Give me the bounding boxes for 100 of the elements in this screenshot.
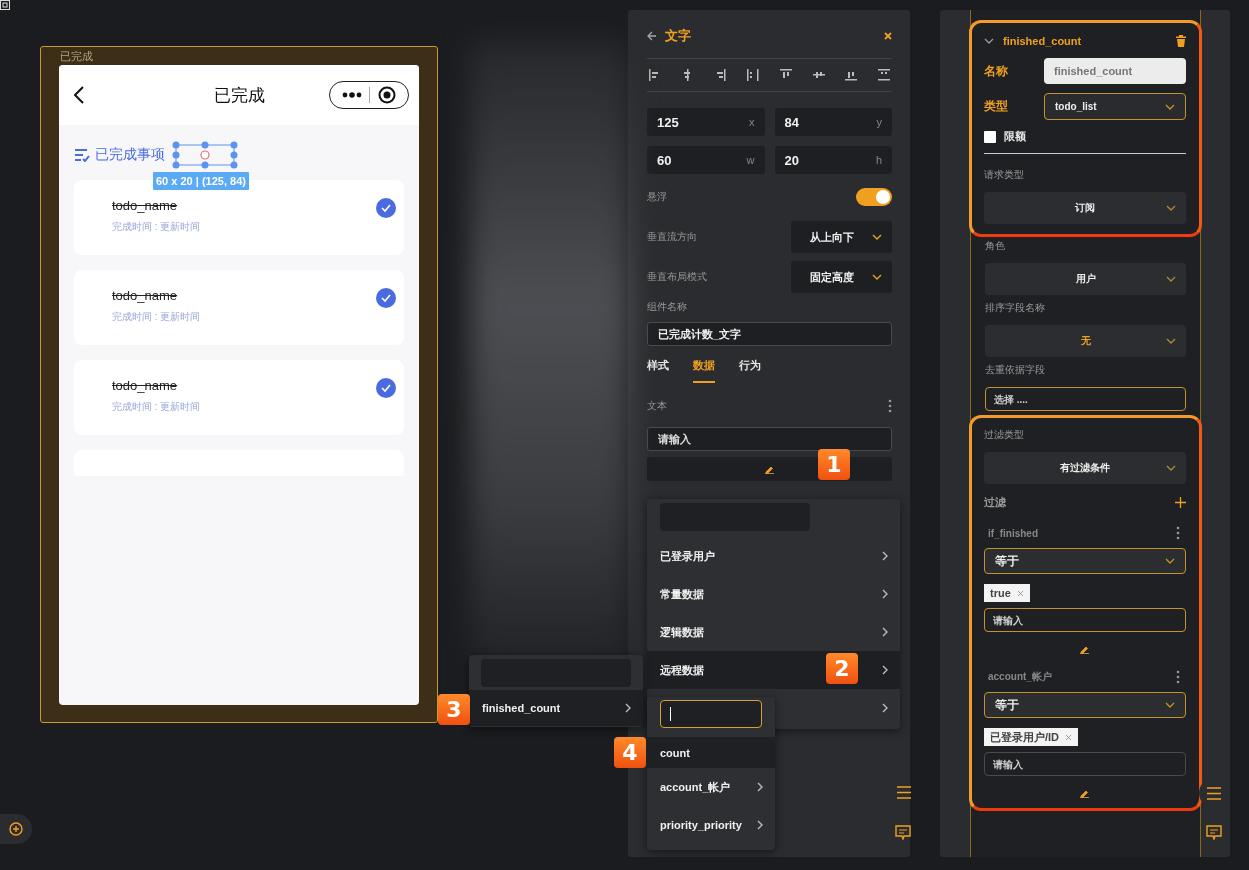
select-field[interactable]: 无 <box>985 325 1186 357</box>
comment-icon[interactable] <box>895 825 911 840</box>
todo-name: todo_name <box>112 198 178 213</box>
number-field[interactable]: 125 x <box>647 108 765 136</box>
align-left-icon[interactable] <box>649 69 661 81</box>
field-value: 60 <box>657 152 672 168</box>
menu-item[interactable]: count <box>647 737 775 768</box>
field-label: 垂直流方向 <box>647 230 697 244</box>
field-label: 组件名称 <box>647 300 688 314</box>
chevron-right-icon <box>882 551 888 561</box>
more-icon[interactable] <box>341 92 362 98</box>
more-vertical-icon[interactable] <box>1176 670 1180 684</box>
type-select[interactable]: todo_list <box>1044 93 1186 120</box>
text-field[interactable]: 已完成计数_文字 <box>647 322 892 346</box>
number-field[interactable]: 20 h <box>774 146 892 174</box>
trash-icon[interactable] <box>1176 35 1186 47</box>
value-input[interactable]: 请输入 <box>984 608 1186 632</box>
step-badge: 2 <box>826 653 858 684</box>
pencil-icon[interactable] <box>1080 644 1090 654</box>
field-label: 请求类型 <box>984 168 1025 182</box>
select-field[interactable]: 有过滤条件 <box>984 452 1186 484</box>
add-button[interactable] <box>0 814 32 844</box>
todo-card[interactable]: todo_name 完成时间 : 更新时间 <box>74 270 404 345</box>
operator-select[interactable]: 等于 <box>984 692 1186 718</box>
limit-checkbox[interactable] <box>984 130 996 143</box>
align-top-icon[interactable] <box>779 69 792 81</box>
checked-icon[interactable] <box>376 288 396 308</box>
page-title: 已完成 <box>212 84 266 107</box>
checked-icon[interactable] <box>376 198 396 218</box>
chevron-down-icon[interactable] <box>984 38 994 44</box>
checked-icon[interactable] <box>376 378 396 398</box>
menu-item[interactable]: account_帐户 <box>647 768 775 806</box>
todo-card[interactable]: todo_name 完成时间 : 更新时间 <box>74 360 404 435</box>
target-icon[interactable] <box>378 86 397 104</box>
dedupe-field[interactable]: 选择 .... <box>985 387 1186 411</box>
add-circle-icon <box>9 822 23 836</box>
chevron-down-icon <box>1166 205 1176 211</box>
section-label: 过滤 <box>984 494 1006 510</box>
tab[interactable]: 样式 <box>647 356 669 383</box>
value-tag[interactable]: 已登录用户/ID <box>984 728 1079 746</box>
field-label: 排序字段名称 <box>985 301 1046 315</box>
menu-item[interactable]: priority_priority <box>647 806 775 844</box>
field-value: 20 <box>784 152 799 168</box>
distribute-vertical-icon[interactable] <box>877 69 890 81</box>
align-bottom-icon[interactable] <box>845 69 858 81</box>
window-icon <box>0 0 10 10</box>
select-field[interactable]: 订阅 <box>984 192 1186 224</box>
tab[interactable]: 数据 <box>693 356 715 383</box>
comment-icon[interactable] <box>1206 825 1222 840</box>
value-tag[interactable]: true <box>984 584 1030 602</box>
section-title: 已完成事项 <box>95 146 165 164</box>
chevron-down-icon <box>1166 465 1176 471</box>
todo-time: 完成时间 : 更新时间 <box>112 400 201 414</box>
field-label: 过滤类型 <box>984 428 1025 442</box>
more-vertical-icon[interactable] <box>1176 526 1180 540</box>
select-field[interactable]: 从上向下 <box>791 221 892 253</box>
search-field[interactable] <box>660 700 762 728</box>
pencil-icon <box>764 464 775 474</box>
plus-icon[interactable] <box>1175 496 1186 508</box>
step-badge: 3 <box>438 694 470 725</box>
number-field[interactable]: 60 w <box>647 146 765 174</box>
select-field[interactable]: 用户 <box>985 263 1186 295</box>
field-label: 文本 <box>647 399 667 413</box>
select-field[interactable]: 固定高度 <box>791 261 892 293</box>
menu-icon[interactable] <box>897 786 911 799</box>
menu-item[interactable]: 常量数据 <box>647 575 900 613</box>
text-input[interactable]: 请输入 <box>647 427 892 451</box>
name-field[interactable]: finished_count <box>1044 58 1186 84</box>
more-vertical-icon[interactable] <box>888 399 892 413</box>
value-input[interactable]: 请输入 <box>984 752 1186 776</box>
close-icon[interactable] <box>884 32 892 40</box>
operator-select[interactable]: 等于 <box>984 548 1186 574</box>
menu-item[interactable]: 逻辑数据 <box>647 613 900 651</box>
todo-time: 完成时间 : 更新时间 <box>112 310 201 324</box>
float-toggle[interactable] <box>856 188 892 206</box>
menu-icon[interactable] <box>1207 786 1221 800</box>
distribute-icon[interactable] <box>747 69 760 81</box>
field-label: 类型 <box>984 98 1009 115</box>
field-label: 名称 <box>984 62 1009 80</box>
chevron-down-icon <box>1166 338 1176 344</box>
back-icon[interactable] <box>73 86 85 104</box>
remove-icon[interactable] <box>1065 733 1073 741</box>
selection-handles[interactable] <box>172 141 238 169</box>
field-unit: w <box>746 154 755 166</box>
menu-item[interactable]: finished_count <box>469 690 643 726</box>
number-field[interactable]: 84 y <box>774 108 892 136</box>
size-label: 60 x 20 | (125, 84) <box>153 172 249 190</box>
align-middle-icon[interactable] <box>812 69 825 81</box>
source-name: finished_count <box>1003 35 1082 47</box>
menu-item[interactable]: 已登录用户 <box>647 537 900 575</box>
field-value: 84 <box>784 114 799 130</box>
back-arrow-icon[interactable] <box>647 31 657 41</box>
filter-field-name: if_finished <box>988 527 1038 539</box>
tab[interactable]: 行为 <box>739 356 761 383</box>
align-right-icon[interactable] <box>714 69 727 81</box>
chevron-right-icon <box>882 627 888 637</box>
pencil-icon[interactable] <box>1080 788 1090 798</box>
remove-icon[interactable] <box>1016 589 1024 597</box>
chevron-down-icon <box>872 234 882 240</box>
checkbox-label: 限额 <box>1004 129 1026 144</box>
